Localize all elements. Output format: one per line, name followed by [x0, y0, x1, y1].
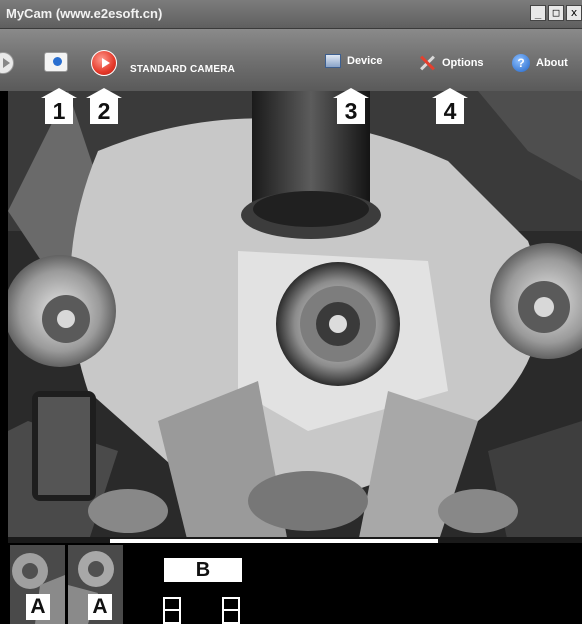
arrow-up-icon	[432, 88, 468, 98]
window-title: MyCam (www.e2esoft.cn)	[6, 6, 163, 21]
about-icon: ?	[512, 54, 530, 72]
callout-a: A	[88, 594, 112, 620]
minimize-button[interactable]: _	[530, 5, 546, 21]
title-bar[interactable]: MyCam (www.e2esoft.cn) _ □ x	[0, 0, 582, 29]
arrow-up-icon	[41, 88, 77, 98]
callout-4: 4	[432, 88, 468, 124]
options-label: Options	[442, 57, 484, 69]
options-icon	[418, 54, 436, 72]
snapshot-icon[interactable]	[44, 52, 68, 72]
maximize-button[interactable]: □	[548, 5, 564, 21]
device-button[interactable]: Device	[325, 54, 382, 68]
toolbar: STANDARD CAMERA Device Options ? About	[0, 29, 582, 91]
callout-a: A	[26, 594, 50, 620]
callout-number: 3	[337, 98, 365, 124]
callout-number: 1	[45, 98, 73, 124]
mycam-window: MyCam (www.e2esoft.cn) _ □ x STANDARD CA…	[0, 0, 582, 624]
empty-slot-icon[interactable]	[222, 597, 240, 624]
video-frame-image	[8, 91, 582, 543]
window-controls: _ □ x	[530, 5, 582, 21]
play-icon[interactable]	[0, 52, 14, 74]
video-preview[interactable]	[8, 91, 582, 543]
callout-b: B	[164, 558, 242, 582]
camera-name[interactable]: STANDARD CAMERA	[130, 64, 235, 75]
device-label: Device	[347, 55, 383, 67]
empty-slot-icon[interactable]	[163, 597, 181, 624]
about-label: About	[536, 57, 568, 69]
callout-number: 4	[436, 98, 464, 124]
device-icon	[325, 54, 341, 68]
arrow-up-icon	[86, 88, 122, 98]
record-icon[interactable]	[91, 50, 117, 76]
options-button[interactable]: Options	[418, 54, 484, 72]
callout-number: 2	[90, 98, 118, 124]
callout-1: 1	[41, 88, 77, 124]
filmstrip-divider	[110, 539, 438, 543]
arrow-up-icon	[333, 88, 369, 98]
close-button[interactable]: x	[566, 5, 582, 21]
callout-2: 2	[86, 88, 122, 124]
callout-3: 3	[333, 88, 369, 124]
about-button[interactable]: ? About	[512, 54, 568, 72]
